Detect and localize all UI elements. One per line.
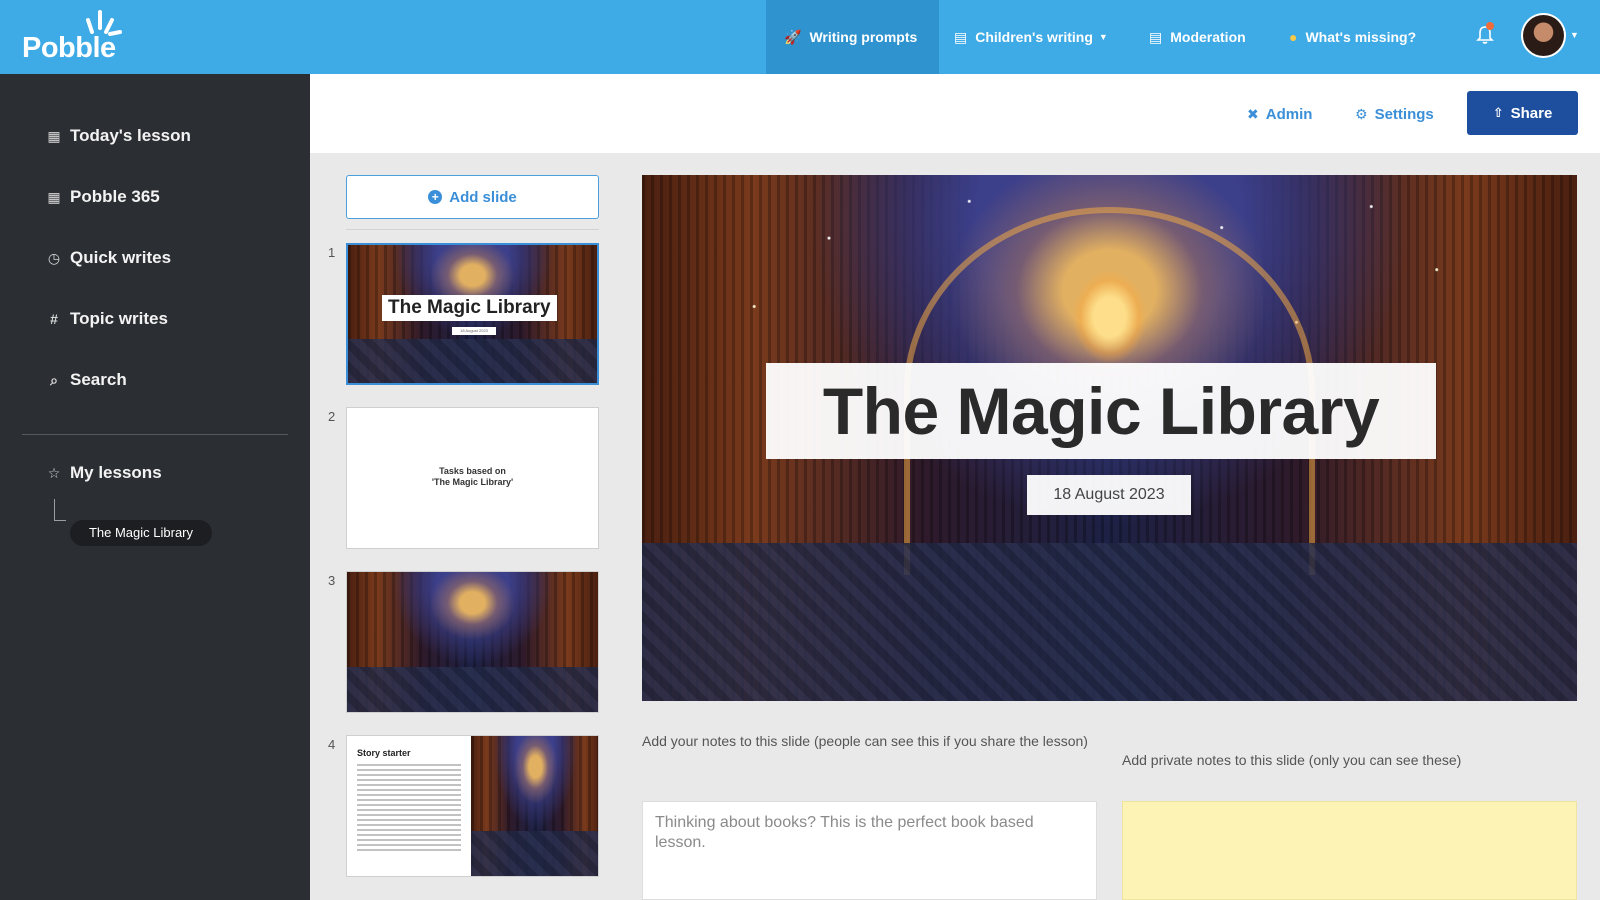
add-slide-button[interactable]: + Add slide — [346, 175, 599, 219]
lesson-item-the-magic-library[interactable]: The Magic Library — [70, 520, 212, 546]
top-bar: Pobble 🚀 Writing prompts ▤ Children's wr… — [0, 0, 1600, 74]
thumb-text: Tasks based on 'The Magic Library' — [347, 466, 598, 488]
sidebar-item-label: My lessons — [70, 463, 162, 482]
thumb-text-line: 'The Magic Library' — [431, 477, 514, 487]
document-icon: ▤ — [954, 28, 968, 45]
slide-number: 1 — [328, 245, 336, 260]
public-notes-field[interactable]: Thinking about books? This is the perfec… — [642, 801, 1097, 900]
sidebar-item-label: Search — [70, 370, 127, 389]
sidebar-item-label: Today's lesson — [70, 126, 191, 145]
plus-circle-icon: + — [428, 190, 443, 204]
sidebar-item-todays-lesson[interactable]: ▦ Today's lesson — [46, 126, 191, 146]
slide-number: 4 — [328, 737, 336, 752]
lightbulb-icon: ● — [1289, 29, 1298, 45]
lesson-toolbar: ✖ Admin ⚙ Settings ⇧ Share — [310, 74, 1600, 153]
rocket-icon: 🚀 — [784, 28, 802, 45]
slide-editor: The Magic Library 18 August 2023 Add you… — [622, 153, 1600, 900]
sidebar-item-pobble-365[interactable]: ▦ Pobble 365 — [46, 187, 160, 207]
calendar-icon: ▦ — [47, 188, 61, 205]
chevron-down-icon: ▼ — [1098, 32, 1108, 42]
calendar-icon: ▦ — [47, 127, 61, 144]
nav-label: Writing prompts — [809, 29, 918, 45]
sidebar-item-my-lessons[interactable]: ☆ My lessons — [46, 463, 162, 483]
star-icon: ☆ — [47, 464, 61, 481]
sidebar-item-label: Quick writes — [70, 248, 172, 267]
sidebar-divider — [22, 434, 288, 435]
nav-label: What's missing? — [1305, 29, 1417, 45]
slide-thumbnail-1[interactable]: The Magic Library 18 August 2023 — [346, 243, 599, 385]
notification-badge — [1486, 22, 1494, 30]
notifications-button[interactable] — [1474, 22, 1496, 46]
slide-thumbnail-2[interactable]: Tasks based on 'The Magic Library' — [346, 407, 599, 549]
tree-connector — [54, 499, 66, 521]
private-notes-field[interactable] — [1122, 801, 1577, 900]
tiled-floor — [642, 543, 1577, 701]
thumb-text-panel: Story starter — [347, 736, 471, 876]
settings-label: Settings — [1374, 106, 1434, 123]
thumb-floor — [471, 831, 598, 876]
settings-button[interactable]: ⚙ Settings — [1355, 106, 1434, 123]
chandelier — [1072, 269, 1147, 365]
nav-moderation[interactable]: ▤ Moderation — [1149, 0, 1246, 74]
tools-icon: ✖ — [1247, 106, 1259, 122]
share-label: Share — [1510, 104, 1553, 122]
search-icon: ⌕ — [50, 371, 58, 388]
thumb-image — [471, 736, 598, 876]
sidebar-item-quick-writes[interactable]: ◷ Quick writes — [46, 248, 171, 268]
share-button[interactable]: ⇧ Share — [1467, 91, 1578, 135]
thumb-heading: Story starter — [357, 748, 411, 758]
share-icon: ⇧ — [1492, 105, 1504, 120]
nav-label: Children's writing — [975, 29, 1093, 45]
pobble-logo[interactable]: Pobble — [20, 10, 122, 64]
hash-icon: # — [50, 311, 58, 327]
chevron-down-icon[interactable]: ▼ — [1570, 30, 1579, 40]
thumb-text-line: Tasks based on — [439, 466, 506, 476]
sidebar-item-label: Topic writes — [70, 309, 168, 328]
nav-whats-missing[interactable]: ● What's missing? — [1289, 0, 1416, 74]
slide-thumbnail-4[interactable]: Story starter — [346, 735, 599, 877]
slide-number: 2 — [328, 409, 336, 424]
nav-label: Moderation — [1170, 29, 1246, 45]
slide-thumbnail-3[interactable] — [346, 571, 599, 713]
admin-label: Admin — [1265, 106, 1313, 123]
admin-button[interactable]: ✖ Admin — [1247, 106, 1312, 123]
slide-number: 3 — [328, 573, 336, 588]
nav-writing-prompts[interactable]: 🚀 Writing prompts — [766, 0, 939, 74]
logo-wordmark: Pobble — [22, 32, 116, 64]
slide-title-box: The Magic Library — [766, 363, 1436, 459]
thumb-paragraph-lines — [357, 764, 461, 854]
slide-date: 18 August 2023 — [1027, 475, 1191, 515]
sidebar-item-search[interactable]: ⌕ Search — [46, 370, 127, 390]
thumb-floor — [347, 667, 598, 712]
stopwatch-icon: ◷ — [47, 249, 61, 266]
slide-title: The Magic Library — [822, 374, 1380, 448]
slide-preview[interactable]: The Magic Library 18 August 2023 — [642, 175, 1577, 701]
thumb-floor — [348, 338, 597, 383]
sidebar-item-label: Pobble 365 — [70, 187, 160, 206]
sidebar-item-topic-writes[interactable]: # Topic writes — [46, 309, 168, 329]
slides-divider — [346, 229, 599, 230]
user-avatar-image — [1523, 15, 1564, 56]
public-notes-label: Add your notes to this slide (people can… — [642, 733, 1088, 749]
avatar[interactable] — [1521, 13, 1566, 58]
nav-childrens-writing[interactable]: ▤ Children's writing ▼ — [954, 0, 1108, 74]
thumb-title: The Magic Library — [382, 295, 557, 321]
document-check-icon: ▤ — [1149, 28, 1163, 45]
gear-icon: ⚙ — [1355, 106, 1368, 122]
sidebar: ▦ Today's lesson ▦ Pobble 365 ◷ Quick wr… — [0, 74, 310, 900]
thumb-date: 18 August 2023 — [452, 327, 496, 335]
private-notes-label: Add private notes to this slide (only yo… — [1122, 752, 1462, 768]
slides-panel: + Add slide 1 The Magic Library 18 Augus… — [310, 153, 622, 900]
add-slide-label: Add slide — [449, 188, 517, 206]
